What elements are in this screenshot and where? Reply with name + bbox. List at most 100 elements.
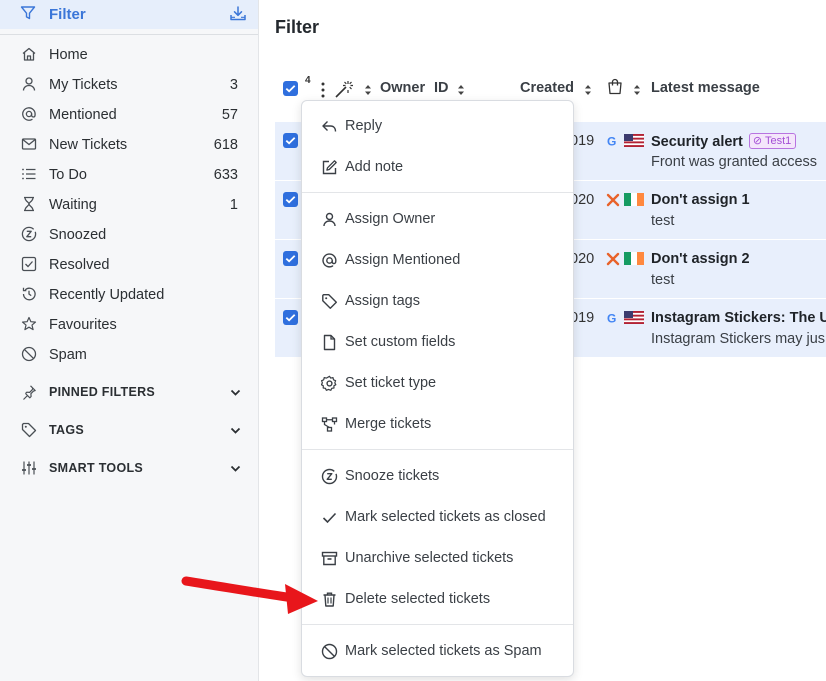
sidebar-item-count: 633 — [213, 167, 238, 183]
sort-icon[interactable] — [633, 84, 641, 96]
menu-item-label: Set custom fields — [345, 334, 456, 350]
ticket-subject[interactable]: Instagram Stickers: The U — [651, 310, 826, 326]
sidebar-item-label: To Do — [49, 167, 87, 183]
x-source-icon — [606, 251, 620, 267]
sidebar-item-resolved[interactable]: Resolved — [0, 251, 258, 279]
ban-icon — [321, 643, 338, 660]
ticket-subject[interactable]: Security alert ⊘ Test1 — [651, 133, 797, 150]
menu-item-assign-mentioned[interactable]: Assign Mentioned — [302, 243, 573, 279]
sidebar-item-favourites[interactable]: Favourites — [0, 311, 258, 339]
hourglass-icon — [21, 196, 37, 212]
more-actions-icon[interactable] — [318, 81, 328, 99]
sidebar-item-mentioned[interactable]: Mentioned 57 — [0, 101, 258, 129]
column-header-created[interactable]: Created — [520, 80, 574, 96]
sidebar-section-pinned-filters[interactable]: PINNED FILTERS — [0, 379, 258, 405]
sidebar-item-waiting[interactable]: Waiting 1 — [0, 191, 258, 219]
tag-icon — [321, 293, 338, 310]
sidebar-item-label: Favourites — [49, 317, 117, 333]
sidebar-item-label: Mentioned — [49, 107, 117, 123]
sort-icon[interactable] — [457, 84, 465, 96]
user-icon — [321, 211, 338, 228]
column-header-id[interactable]: ID — [434, 80, 449, 96]
section-label: TAGS — [49, 423, 84, 437]
ban-icon — [21, 346, 37, 362]
us-flag-icon — [624, 311, 644, 324]
menu-item-label: Set ticket type — [345, 375, 437, 391]
chevron-down-icon[interactable] — [229, 386, 242, 399]
select-all-checkbox[interactable] — [283, 81, 298, 96]
menu-item-set-custom-fields[interactable]: Set custom fields — [302, 325, 573, 361]
google-icon: G — [606, 133, 620, 149]
menu-item-delete-tickets[interactable]: Delete selected tickets — [302, 582, 573, 618]
x-source-icon — [606, 192, 620, 208]
menu-item-label: Reply — [345, 118, 383, 134]
menu-divider — [302, 192, 573, 193]
row-checkbox[interactable] — [283, 251, 298, 266]
menu-divider — [302, 624, 573, 625]
menu-item-label: Delete selected tickets — [345, 591, 491, 607]
svg-text:G: G — [607, 135, 616, 149]
menu-item-label: Unarchive selected tickets — [345, 550, 514, 566]
snooze-icon — [321, 468, 338, 485]
home-icon — [21, 46, 37, 62]
ticket-subject[interactable]: Don't assign 2 — [651, 251, 750, 267]
sidebar: Filter Home My Tickets 3 Mentioned 57 Ne… — [0, 0, 259, 681]
tag-label: Test1 — [764, 135, 792, 147]
shopping-bag-icon[interactable] — [607, 78, 623, 95]
sidebar-item-snoozed[interactable]: Snoozed — [0, 221, 258, 249]
sidebar-item-label: New Tickets — [49, 137, 128, 153]
at-icon — [321, 252, 338, 269]
menu-item-reply[interactable]: Reply — [302, 109, 573, 145]
message-preview: test — [651, 213, 675, 229]
sidebar-item-count: 1 — [229, 197, 238, 213]
archive-icon — [321, 550, 338, 567]
sort-icon[interactable] — [364, 84, 372, 96]
sliders-icon — [21, 460, 37, 476]
message-preview: Instagram Stickers may jus — [651, 331, 826, 347]
column-header-latest-message[interactable]: Latest message — [651, 80, 760, 96]
menu-item-snooze-tickets[interactable]: Snooze tickets — [302, 459, 573, 495]
history-icon — [21, 286, 37, 302]
row-checkbox[interactable] — [283, 310, 298, 325]
menu-item-unarchive[interactable]: Unarchive selected tickets — [302, 541, 573, 577]
menu-item-assign-tags[interactable]: Assign tags — [302, 284, 573, 320]
user-icon — [21, 76, 37, 92]
menu-divider — [302, 449, 573, 450]
sidebar-divider — [0, 34, 258, 35]
sidebar-section-tags[interactable]: TAGS — [0, 417, 258, 443]
ticket-subject[interactable]: Don't assign 1 — [651, 192, 750, 208]
sidebar-item-home[interactable]: Home — [0, 41, 258, 69]
sidebar-section-smart-tools[interactable]: SMART TOOLS — [0, 455, 258, 481]
sidebar-filter-header[interactable]: Filter — [0, 0, 258, 29]
chevron-down-icon[interactable] — [229, 462, 242, 475]
menu-item-set-ticket-type[interactable]: Set ticket type — [302, 366, 573, 402]
sidebar-item-to-do[interactable]: To Do 633 — [0, 161, 258, 189]
tag-icon — [21, 422, 37, 438]
check-icon — [321, 509, 338, 526]
sidebar-item-new-tickets[interactable]: New Tickets 618 — [0, 131, 258, 159]
sidebar-item-label: Recently Updated — [49, 287, 165, 303]
menu-item-label: Assign Owner — [345, 211, 436, 227]
chevron-down-icon[interactable] — [229, 424, 242, 437]
menu-item-add-note[interactable]: Add note — [302, 150, 573, 186]
sidebar-item-my-tickets[interactable]: My Tickets 3 — [0, 71, 258, 99]
menu-item-mark-closed[interactable]: Mark selected tickets as closed — [302, 500, 573, 536]
menu-item-mark-spam[interactable]: Mark selected tickets as Spam — [302, 634, 573, 670]
sidebar-item-recently-updated[interactable]: Recently Updated — [0, 281, 258, 309]
menu-item-label: Snooze tickets — [345, 468, 440, 484]
download-icon[interactable] — [229, 5, 247, 22]
sidebar-item-spam[interactable]: Spam — [0, 341, 258, 369]
column-header-owner[interactable]: Owner — [380, 80, 425, 96]
magic-wand-icon[interactable] — [334, 79, 356, 99]
sort-icon[interactable] — [584, 84, 592, 96]
menu-item-merge-tickets[interactable]: Merge tickets — [302, 407, 573, 443]
ticket-tag: ⊘ Test1 — [748, 133, 797, 149]
document-icon — [321, 334, 338, 351]
sidebar-item-label: Waiting — [49, 197, 97, 213]
row-checkbox[interactable] — [283, 133, 298, 148]
reply-icon — [321, 118, 338, 135]
sidebar-item-count: 3 — [229, 77, 238, 93]
menu-item-assign-owner[interactable]: Assign Owner — [302, 202, 573, 238]
pin-icon — [21, 384, 37, 400]
row-checkbox[interactable] — [283, 192, 298, 207]
